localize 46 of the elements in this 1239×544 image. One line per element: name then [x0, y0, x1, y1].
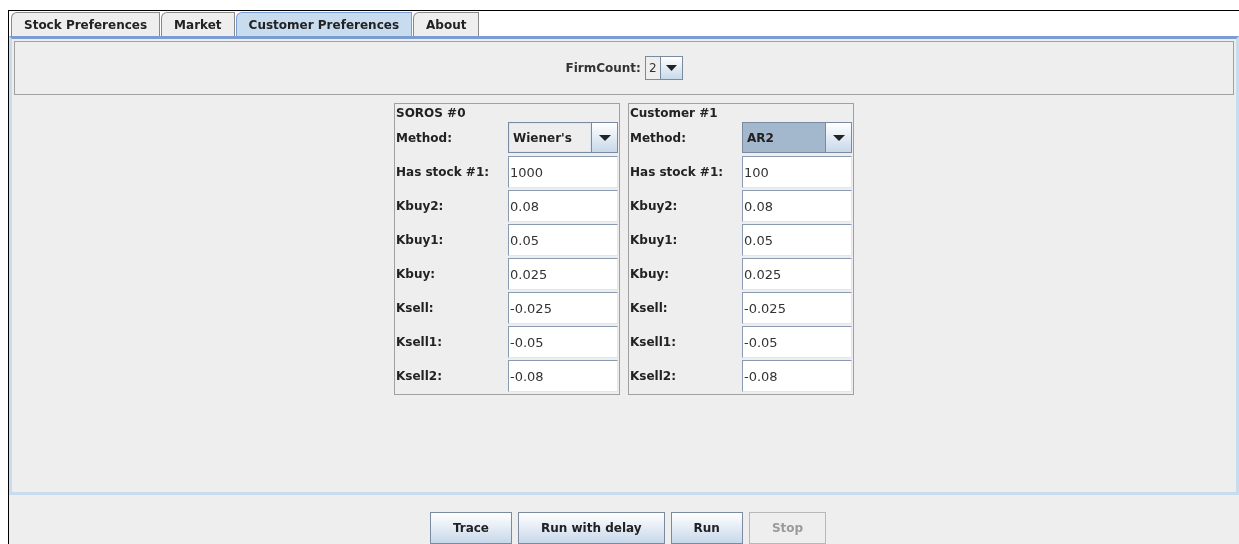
method-dropdown[interactable]: Wiener's — [508, 122, 618, 153]
firm-count-label: FirmCount: — [565, 60, 641, 77]
input-field[interactable]: -0.08 — [742, 360, 852, 392]
field-label: Has stock #1: — [396, 164, 491, 181]
tab[interactable]: Customer Preferences — [235, 12, 413, 36]
field-label: Ksell: — [630, 300, 669, 317]
input-field[interactable]: 0.025 — [508, 258, 618, 290]
button[interactable]: Trace — [429, 512, 512, 544]
field-label: Ksell: — [396, 300, 435, 317]
input-field[interactable]: 0.025 — [742, 258, 852, 290]
input-field[interactable]: 0.05 — [508, 224, 618, 256]
input-field[interactable]: 0.08 — [508, 190, 618, 222]
tab[interactable]: About — [413, 12, 480, 36]
input-field[interactable]: -0.05 — [742, 326, 852, 358]
caret-icon — [825, 123, 851, 152]
field-label: Kbuy2: — [396, 198, 445, 215]
field-label: Ksell2: — [396, 368, 443, 385]
method-label: Method: — [630, 130, 687, 147]
panel-title: SOROS #0 — [396, 105, 467, 122]
firm-count-dropdown[interactable]: 2 — [644, 56, 683, 80]
method-label: Method: — [396, 130, 453, 147]
caret-icon — [659, 57, 682, 79]
input-field[interactable]: -0.08 — [508, 360, 618, 392]
panel-title: Customer #1 — [630, 105, 719, 122]
caret-icon — [591, 123, 617, 152]
field-label: Kbuy1: — [630, 232, 679, 249]
input-field[interactable]: 1000 — [508, 156, 618, 188]
field-label: Ksell1: — [630, 334, 677, 351]
method-dropdown[interactable]: AR2 — [742, 122, 852, 153]
input-field[interactable]: 100 — [742, 156, 852, 188]
input-field[interactable]: 0.05 — [742, 224, 852, 256]
field-label: Ksell2: — [630, 368, 677, 385]
field-label: Kbuy1: — [396, 232, 445, 249]
field-label: Ksell1: — [396, 334, 443, 351]
input-field[interactable]: -0.05 — [508, 326, 618, 358]
button[interactable]: Run with delay — [518, 512, 665, 544]
tab[interactable]: Market — [161, 12, 235, 36]
input-field[interactable]: -0.025 — [742, 292, 852, 324]
input-field[interactable]: 0.08 — [742, 190, 852, 222]
button[interactable]: Run — [670, 512, 743, 544]
tab[interactable]: Stock Preferences — [11, 12, 161, 36]
field-label: Kbuy: — [630, 266, 671, 283]
field-label: Has stock #1: — [630, 164, 725, 181]
field-label: Kbuy: — [396, 266, 437, 283]
input-field[interactable]: -0.025 — [508, 292, 618, 324]
field-label: Kbuy2: — [630, 198, 679, 215]
